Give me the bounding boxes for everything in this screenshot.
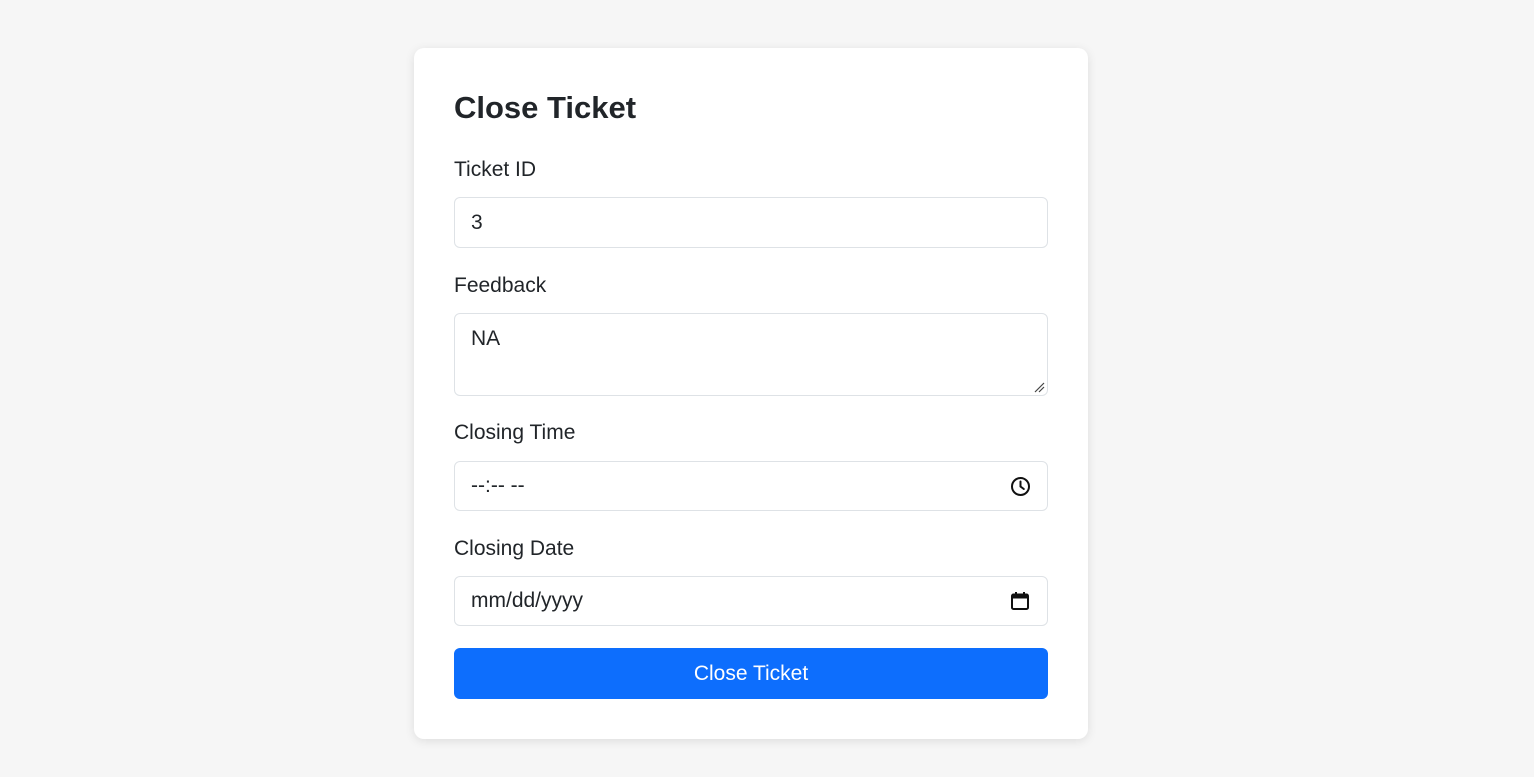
resize-handle-icon[interactable] [1033, 381, 1045, 393]
ticket-id-input[interactable]: 3 [454, 197, 1048, 248]
calendar-icon[interactable] [1009, 590, 1031, 612]
feedback-value: NA [471, 327, 501, 350]
close-ticket-button[interactable]: Close Ticket [454, 648, 1048, 699]
closing-date-input[interactable]: mm/dd/yyyy [454, 576, 1048, 626]
closing-time-label: Closing Time [454, 421, 576, 444]
closing-date-value: mm/dd/yyyy [471, 589, 584, 612]
page-title: Close Ticket [454, 90, 637, 125]
closing-time-value: --:-- -- [471, 474, 525, 497]
feedback-textarea[interactable]: NA [454, 313, 1048, 396]
clock-icon[interactable] [1009, 475, 1031, 497]
closing-time-input[interactable]: --:-- -- [454, 461, 1048, 511]
feedback-label: Feedback [454, 274, 547, 297]
ticket-id-label: Ticket ID [454, 158, 537, 181]
close-ticket-card: Close Ticket Ticket ID 3 Feedback NA Clo… [414, 48, 1088, 739]
closing-date-label: Closing Date [454, 537, 575, 560]
ticket-id-value: 3 [471, 210, 483, 234]
